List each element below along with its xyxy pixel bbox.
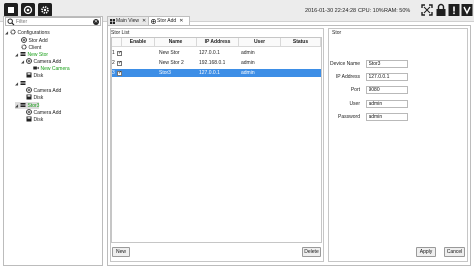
- enable-checkbox[interactable]: ✓: [117, 60, 122, 66]
- tree-item-camera-add[interactable]: Camera Add: [26, 87, 61, 94]
- device-name-field[interactable]: [366, 60, 408, 68]
- tab-label: Main View: [116, 18, 139, 24]
- cancel-button[interactable]: Cancel: [444, 247, 465, 257]
- row-number: 1: [112, 50, 115, 56]
- column-header-enable[interactable]: Enable: [122, 38, 155, 47]
- storage-icon: [20, 80, 26, 86]
- datetime-display: 2016-01-30 22:24:28: [305, 8, 357, 14]
- password-field[interactable]: [366, 113, 408, 121]
- add-circle-icon: [151, 18, 156, 24]
- lock-icon[interactable]: [435, 3, 447, 17]
- disk-icon: [26, 72, 32, 78]
- enable-checkbox[interactable]: ✓: [117, 50, 122, 56]
- column-header-user[interactable]: User: [239, 38, 281, 47]
- cell-ip: 127.0.0.1: [199, 50, 220, 56]
- cell-user: admin: [241, 70, 255, 76]
- password-label: Password: [338, 114, 360, 120]
- filter-input[interactable]: [16, 18, 90, 25]
- filter-box: ✕: [5, 17, 101, 26]
- search-icon: [7, 18, 15, 26]
- tree-label: Configurations: [17, 30, 50, 36]
- tree-item-stor-unnamed[interactable]: ◢: [15, 80, 28, 87]
- table-row[interactable]: 2 ✓ New Stor 2 192.168.0.1 admin: [112, 59, 321, 67]
- apply-button[interactable]: Apply: [416, 247, 436, 257]
- tree-item-new-stor[interactable]: ◢ New Stor: [15, 51, 48, 58]
- column-header-index: [112, 38, 122, 47]
- device-name-label: Device Name: [330, 61, 361, 67]
- tree-label: Disk: [33, 95, 44, 101]
- cell-name: New Stor 2: [159, 60, 184, 66]
- tree-item-stor-add[interactable]: Stor Add: [21, 37, 48, 44]
- storage-icon: [20, 102, 26, 108]
- disk-icon: [26, 116, 32, 122]
- user-label: User: [349, 101, 360, 107]
- fullscreen-icon[interactable]: [421, 3, 433, 17]
- alert-icon[interactable]: [448, 3, 460, 17]
- new-button[interactable]: New: [112, 247, 130, 257]
- cell-name: Stor3: [159, 70, 171, 76]
- tab-main-view[interactable]: Main View ✕: [107, 16, 149, 25]
- table-row-selected[interactable]: 3 ✓ Stor3 127.0.0.1 admin: [112, 69, 321, 77]
- close-tab-icon[interactable]: ✕: [179, 18, 183, 24]
- cell-ip: 192.168.0.1: [199, 60, 226, 66]
- cell-user: admin: [241, 50, 255, 56]
- cell-ip: 127.0.0.1: [199, 70, 220, 76]
- column-header-status[interactable]: Status: [281, 38, 321, 47]
- enable-checkbox[interactable]: ✓: [117, 70, 122, 76]
- add-circle-icon: [26, 109, 32, 115]
- ram-usage: RAM: 50%: [384, 8, 411, 14]
- cell-name: New Stor: [159, 50, 180, 56]
- grid-icon: [110, 18, 115, 24]
- row-number: 2: [112, 60, 115, 66]
- row-number: 3: [112, 70, 115, 76]
- tab-label: Stor Add: [157, 18, 177, 24]
- stop-icon[interactable]: [4, 3, 18, 17]
- port-field[interactable]: [366, 86, 408, 94]
- add-circle-icon: [26, 58, 32, 64]
- tree-item-new-camera[interactable]: New Camera: [33, 65, 70, 72]
- cpu-usage: CPU: 10%: [358, 8, 384, 14]
- column-header-name[interactable]: Name: [155, 38, 197, 47]
- gear-icon: [21, 44, 27, 50]
- close-tab-icon[interactable]: ✕: [142, 18, 146, 24]
- clear-filter-icon[interactable]: ✕: [93, 18, 99, 25]
- storage-icon: [20, 51, 26, 57]
- tree-item-disk[interactable]: Disk: [26, 116, 43, 123]
- tab-stor-add[interactable]: Stor Add ✕: [148, 16, 190, 25]
- tree-item-camera-add[interactable]: Camera Add: [26, 109, 61, 116]
- tree-item-disk[interactable]: Disk: [26, 72, 43, 79]
- tree-label: New Camera: [40, 66, 70, 72]
- port-label: Port: [350, 87, 360, 93]
- tree-item-stor3[interactable]: ◢ Stor3: [15, 102, 40, 109]
- tree-item-client[interactable]: Client: [21, 44, 41, 51]
- table-row[interactable]: 1 ✓ New Stor 127.0.0.1 admin: [112, 49, 321, 57]
- ip-address-label: IP Address: [335, 74, 360, 80]
- disk-icon: [26, 94, 32, 100]
- camera-icon: [33, 65, 39, 71]
- gear-icon[interactable]: [38, 3, 52, 17]
- tree-label: Disk: [33, 117, 44, 123]
- user-field[interactable]: [366, 100, 408, 108]
- stor-detail-title: Stor: [332, 30, 342, 36]
- delete-button[interactable]: Delete: [302, 247, 321, 257]
- tree-label: Disk: [33, 73, 44, 79]
- gear-icon: [10, 29, 16, 35]
- stor-table: [111, 37, 322, 243]
- tree-item-disk[interactable]: Disk: [26, 94, 43, 101]
- column-header-ip[interactable]: IP Address: [197, 38, 239, 47]
- add-circle-icon: [26, 87, 32, 93]
- ip-address-field[interactable]: [366, 73, 408, 81]
- camera-icon[interactable]: [21, 3, 35, 17]
- dropdown-icon[interactable]: [461, 3, 473, 17]
- tree-item-camera-add[interactable]: ◢ Camera Add: [21, 58, 61, 65]
- cell-user: admin: [241, 60, 255, 66]
- tree-item-configurations[interactable]: ◢ Configurations: [5, 29, 50, 36]
- stor-list-title: Stor List: [111, 30, 130, 36]
- add-circle-icon: [21, 37, 27, 43]
